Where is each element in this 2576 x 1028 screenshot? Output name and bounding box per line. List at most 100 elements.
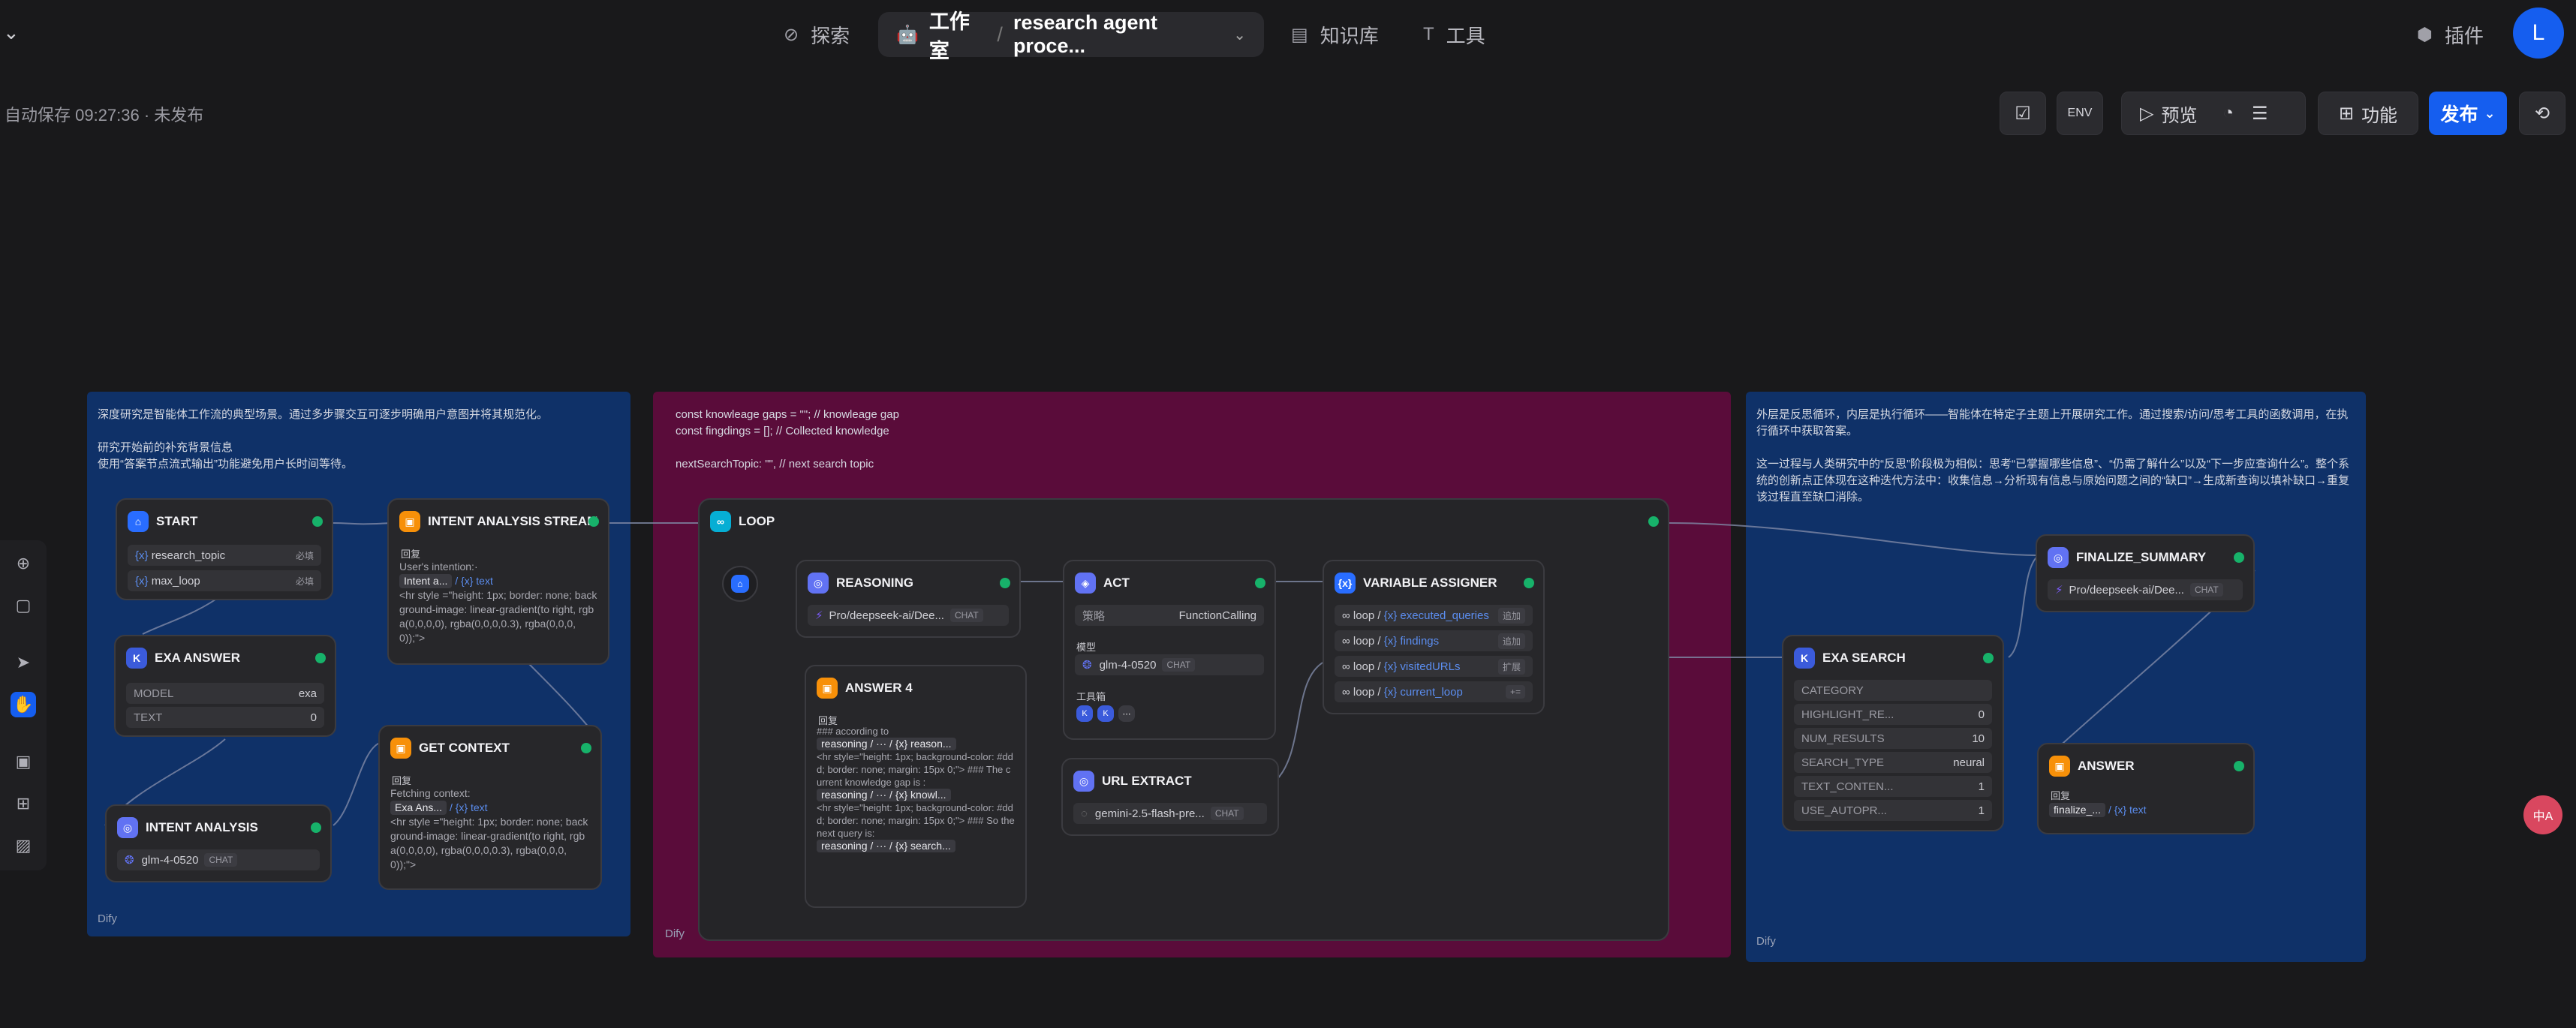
scope: loop / [1353,609,1381,622]
minimap-icon[interactable]: ▨ [11,833,36,858]
publish-button[interactable]: 发布 ⌄ [2429,92,2507,135]
answer-icon: ▣ [817,678,838,699]
reply-text: <hr style ="height: 1px; border: none; b… [390,816,588,870]
intro-note: 深度研究是智能体工作流的典型场景。通过多步骤交互可逐步明确用户意图并将其规范化。… [98,408,549,470]
translate-widget-icon[interactable]: 中A [2523,795,2562,834]
answer-4-header: ▣ ANSWER 4 [817,677,1015,699]
chevron-down-icon[interactable]: ⌄ [1233,26,1246,44]
param-row: CATEGORY [1794,680,1992,701]
model-icon: ⚡ [2055,584,2063,597]
model-name: glm-4-0520 [141,853,199,867]
nav-studio[interactable]: 🤖 工作室 / research agent proce... ⌄ [878,11,1264,62]
add-note-icon[interactable]: ▢ [11,593,36,618]
add-node-icon[interactable]: ⊕ [11,551,36,576]
assigner-icon: {x} [1335,573,1356,594]
scope: loop / [1353,634,1381,648]
mode-tag: CHAT [1210,807,1244,820]
intent-analysis-stream-node[interactable]: ▣ INTENT ANALYSIS STREAM 回复 User's inten… [387,498,609,665]
exa-tool-icon[interactable]: K [1097,705,1114,722]
reply-content: finalize_... / {x} text [2049,803,2243,817]
var-name: research_topic [151,549,226,562]
success-status-icon [1524,578,1534,588]
nav-knowledge[interactable]: ▤ 知识库 [1291,14,1379,56]
dify-label: Dify [665,927,685,940]
start-node[interactable]: ⌂ START {x} research_topic 必填 {x} max_lo… [116,498,333,600]
answer-node[interactable]: ▣ ANSWER 回复 finalize_... / {x} text [2037,743,2255,834]
reasoning-node[interactable]: ◎ REASONING ⚡ Pro/deepseek-ai/Dee... CHA… [796,560,1021,638]
exa-tool-icon[interactable]: K [1076,705,1093,722]
nav-tools[interactable]: T 工具 [1423,14,1485,56]
answer-4-node[interactable]: ▣ ANSWER 4 回复 ### according to reasoning… [805,665,1027,908]
avatar[interactable]: L [2513,8,2564,59]
nav-plugins[interactable]: ⬢ 插件 [2417,14,2484,56]
success-status-icon [2234,552,2244,563]
code-note: const knowleage gaps = ""; // knowleage … [676,408,899,470]
loop-start-node[interactable]: ⌂ [722,566,758,602]
reply-text: Fetching context: [390,787,471,799]
app-name[interactable]: research agent proce... [1013,11,1223,58]
exa-answer-node[interactable]: K EXA ANSWER MODEL exa TEXT 0 [114,635,336,737]
mode-tag: CHAT [1162,658,1196,672]
scope: loop / [1353,660,1381,673]
version-history-button[interactable]: ⟲ [2519,92,2565,135]
model-label: 模型 [1076,642,1097,653]
infinity-icon: ∞ [710,511,731,532]
intent-stream-header: ▣ INTENT ANALYSIS STREAM [399,510,597,533]
url-extract-title: URL EXTRACT [1102,774,1192,788]
finalize-summary-node[interactable]: ◎ FINALIZE_SUMMARY ⚡ Pro/deepseek-ai/Dee… [2036,534,2255,612]
export-image-icon[interactable]: ▣ [11,749,36,774]
variable-chip: reasoning / ··· / {x} knowl... [817,789,951,801]
success-status-icon [311,822,321,833]
success-status-icon [588,516,599,527]
required-badge: 必填 [295,576,314,587]
preview-button[interactable]: 预览 [2161,101,2197,127]
checklist-button[interactable]: ☑ [2000,92,2046,135]
param-row: SEARCH_TYPE neural [1794,752,1992,773]
exa-icon: K [126,648,147,669]
answer-icon: ▣ [399,511,420,532]
param-row: TEXT 0 [126,707,324,728]
organize-icon[interactable]: ⊞ [11,791,36,816]
mode-tag: CHAT [204,853,238,867]
reply-content: ### according to reasoning / ··· / {x} r… [817,725,1015,852]
url-extract-node[interactable]: ◎ URL EXTRACT ◌ gemini-2.5-flash-pre... … [1061,758,1279,836]
strategy-row: 策略 FunctionCalling [1075,605,1264,626]
param-row: MODEL exa [126,683,324,704]
more-tools-icon[interactable]: ⋯ [1118,705,1135,722]
param-key: NUM_RESULTS [1801,732,1885,745]
workspace-chevron-icon[interactable]: ⌄ [3,21,20,44]
start-header: ⌂ START [128,510,321,533]
hand-icon[interactable]: ✋ [11,692,36,717]
agent-icon: ◈ [1075,573,1096,594]
param-value: 1 [1978,804,1985,817]
play-icon[interactable]: ▷ [2140,103,2153,125]
get-context-node[interactable]: ▣ GET CONTEXT 回复 Fetching context: Exa A… [378,725,602,890]
exa-answer-header: K EXA ANSWER [126,647,324,669]
assign-row: ∞ loop / {x} executed_queries 追加 [1335,605,1533,626]
exa-icon: K [1794,648,1815,669]
variable-assigner-node[interactable]: {x} VARIABLE ASSIGNER ∞ loop / {x} execu… [1323,560,1545,714]
loop-header: ∞ LOOP [710,510,1657,533]
intent-analysis-title: INTENT ANALYSIS [146,820,258,834]
param-key: USE_AUTOPR... [1801,804,1887,817]
nav-explore[interactable]: ⊘ 探索 [784,14,850,56]
scope: loop / [1353,685,1381,699]
model-row: ◌ gemini-2.5-flash-pre... CHAT [1073,803,1267,824]
url-extract-header: ◎ URL EXTRACT [1073,770,1267,792]
assign-row: ∞ loop / {x} findings 追加 [1335,630,1533,651]
history-icon: ⟲ [2534,103,2550,124]
env-button[interactable]: ENV [2057,92,2103,135]
tool-icons: K K ⋯ [1076,705,1135,722]
exa-search-title: EXA SEARCH [1822,651,1906,665]
checklist-run-icon[interactable]: ☰ [2252,103,2268,125]
answer-title: ANSWER [2078,759,2135,773]
features-button[interactable]: ⊞ 功能 [2318,92,2418,135]
features-label: 功能 [2361,105,2398,126]
act-node[interactable]: ◈ ACT 策略 FunctionCalling 模型 ❂ glm-4-0520 … [1063,560,1276,740]
assign-row: ∞ loop / {x} current_loop += [1335,681,1533,702]
history-run-icon[interactable]: ◔ [2222,103,2234,124]
pointer-icon[interactable]: ➤ [11,650,36,675]
exa-search-node[interactable]: K EXA SEARCH CATEGORY HIGHLIGHT_RE... 0 N… [1782,635,2004,831]
intent-analysis-node[interactable]: ◎ INTENT ANALYSIS ❂ glm-4-0520 CHAT [105,804,332,882]
variable-chip: reasoning / ··· / {x} reason... [817,738,956,750]
